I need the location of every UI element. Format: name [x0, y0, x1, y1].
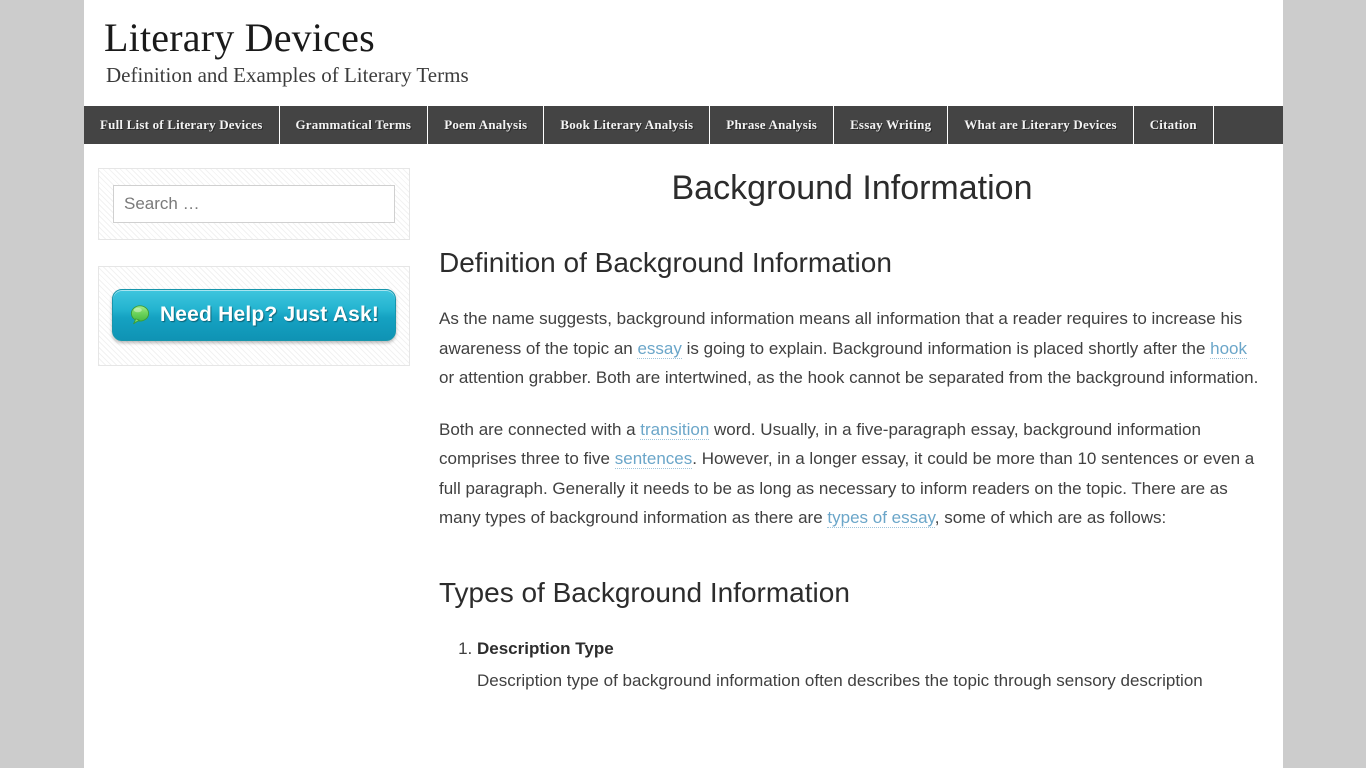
- list-item-title: Description Type: [477, 638, 614, 658]
- need-help-button-label: Need Help? Just Ask!: [159, 303, 380, 327]
- types-heading: Types of Background Information: [439, 576, 850, 608]
- help-widget: Need Help? Just Ask!: [98, 266, 410, 367]
- types-list: Description Type Description type of bac…: [439, 634, 1265, 696]
- main-navigation: Full List of Literary Devices Grammatica…: [84, 106, 1283, 145]
- page-container: Literary Devices Definition and Examples…: [84, 0, 1283, 768]
- nav-item-full-list-of-literary-devices[interactable]: Full List of Literary Devices: [84, 106, 280, 145]
- search-input[interactable]: [113, 185, 395, 224]
- link-transition[interactable]: transition: [640, 419, 710, 440]
- link-hook[interactable]: hook: [1210, 338, 1248, 359]
- page-title: Background Information: [671, 169, 1033, 208]
- need-help-button[interactable]: Need Help? Just Ask!: [112, 289, 396, 342]
- nav-item-poem-analysis[interactable]: Poem Analysis: [428, 106, 545, 145]
- definition-paragraph-2: Both are connected with a transition wor…: [439, 415, 1265, 533]
- nav-item-what-are-literary-devices[interactable]: What are Literary Devices: [948, 106, 1134, 145]
- link-essay[interactable]: essay: [637, 338, 682, 359]
- list-item: Description Type Description type of bac…: [477, 634, 1265, 696]
- nav-filler: [1214, 106, 1283, 144]
- definition-paragraph-1: As the name suggests, background informa…: [439, 304, 1265, 393]
- list-item-description: Description type of background informati…: [477, 671, 1203, 691]
- link-types-of-essay[interactable]: types of essay: [827, 508, 935, 529]
- nav-item-phrase-analysis[interactable]: Phrase Analysis: [710, 106, 835, 145]
- site-description: Definition and Examples of Literary Term…: [106, 63, 469, 88]
- paragraph-1-text-part-3: or attention grabber. Both are intertwin…: [439, 368, 1259, 388]
- paragraph-2-text-part-1: Both are connected with a: [439, 419, 641, 439]
- search-widget: [98, 168, 410, 241]
- nav-item-citation[interactable]: Citation: [1134, 106, 1214, 145]
- speech-bubble-icon: [129, 304, 151, 326]
- site-header: Literary Devices Definition and Examples…: [84, 0, 1283, 107]
- content-wrapper: Need Help? Just Ask! Background Informat…: [84, 144, 1283, 695]
- sidebar: Need Help? Just Ask!: [84, 168, 410, 392]
- link-sentences[interactable]: sentences: [614, 449, 693, 470]
- main-content: Background Information Definition of Bac…: [410, 168, 1283, 695]
- nav-item-grammatical-terms[interactable]: Grammatical Terms: [280, 106, 429, 145]
- paragraph-1-text-part-2: is going to explain. Background informat…: [681, 338, 1211, 358]
- nav-item-essay-writing[interactable]: Essay Writing: [834, 106, 949, 145]
- site-title[interactable]: Literary Devices: [104, 14, 1283, 61]
- nav-item-book-literary-analysis[interactable]: Book Literary Analysis: [544, 106, 711, 145]
- definition-heading: Definition of Background Information: [439, 247, 892, 279]
- paragraph-2-text-part-4: , some of which are as follows:: [934, 508, 1167, 528]
